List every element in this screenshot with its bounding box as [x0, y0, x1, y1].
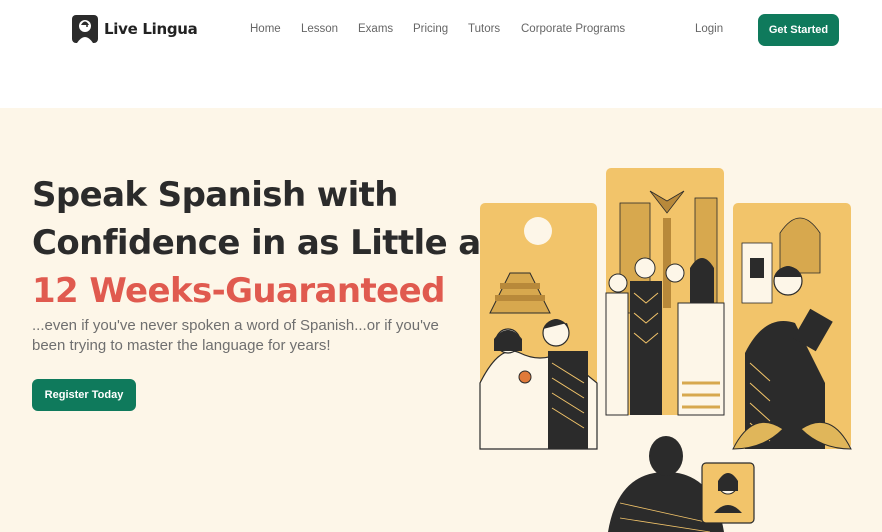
hero-heading: Speak Spanish with Confidence in as Litt… — [32, 171, 501, 315]
hero-subtitle: ...even if you've never spoken a word of… — [32, 317, 439, 354]
hero-heading-line1: Speak Spanish with — [32, 175, 399, 215]
hero-section: Speak Spanish with Confidence in as Litt… — [0, 108, 882, 532]
login-link[interactable]: Login — [695, 23, 723, 35]
nav-item-corporate-programs[interactable]: Corporate Programs — [521, 23, 625, 35]
nav-item-exams[interactable]: Exams — [358, 23, 393, 35]
panel-middle-illustration — [605, 168, 725, 416]
laptop-user-illustration — [608, 436, 755, 532]
nav-item-home[interactable]: Home — [250, 23, 281, 35]
nav-item-tutors[interactable]: Tutors — [468, 23, 500, 35]
lingua-logo-icon — [72, 15, 98, 43]
get-started-button[interactable]: Get Started — [758, 14, 839, 46]
hero-heading-accent: 12 Weeks-Guaranteed — [32, 271, 445, 311]
brand-name: Live Lingua — [104, 20, 198, 38]
panel-right-illustration — [732, 203, 852, 450]
register-today-button[interactable]: Register Today — [32, 379, 136, 411]
hero-heading-line2: Confidence in as Little as — [32, 223, 501, 263]
panel-left-illustration — [479, 203, 598, 450]
hero-illustration — [479, 168, 852, 532]
site-header: Live Lingua Home Lesson Exams Pricing Tu… — [0, 0, 882, 108]
brand-logo[interactable]: Live Lingua — [72, 15, 198, 43]
nav-item-lesson[interactable]: Lesson — [301, 23, 338, 35]
nav-item-pricing[interactable]: Pricing — [413, 23, 448, 35]
